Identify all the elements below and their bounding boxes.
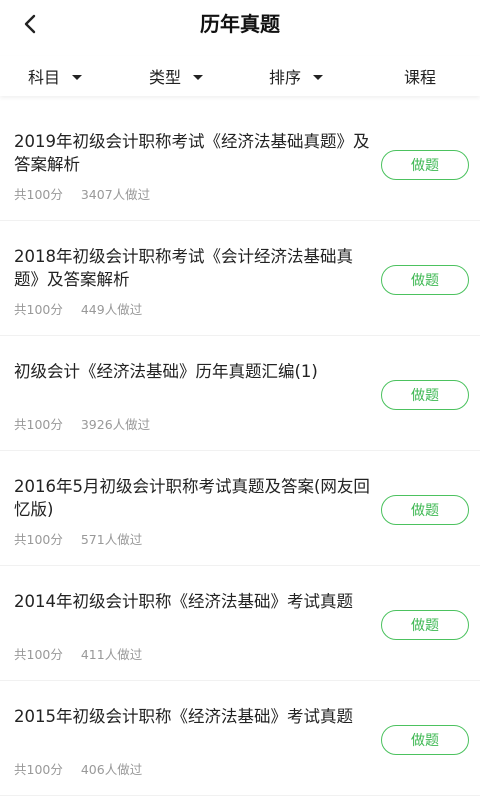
item-meta: 共100分 3407人做过 (14, 184, 150, 203)
caret-down-icon (313, 74, 324, 80)
item-count: 411人做过 (80, 647, 143, 662)
list-item[interactable]: 2018年初级会计职称考试《会计经济法基础真题》及答案解析 共100分 449人… (0, 221, 480, 336)
list-item[interactable]: 2016年5月初级会计职称考试真题及答案(网友回忆版) 共100分 571人做过… (0, 451, 480, 566)
filter-type[interactable]: 类型 (149, 56, 204, 96)
item-score: 共100分 (14, 647, 63, 662)
caret-down-icon (193, 74, 204, 80)
do-exercise-button[interactable]: 做题 (381, 495, 469, 525)
filter-sort-label: 排序 (269, 68, 302, 87)
do-exercise-button[interactable]: 做题 (381, 725, 469, 755)
item-title: 2014年初级会计职称《经济法基础》考试真题 (14, 592, 353, 611)
item-score: 共100分 (14, 187, 63, 202)
item-title: 2018年初级会计职称考试《会计经济法基础真题》及答案解析 (14, 247, 353, 289)
do-exercise-button[interactable]: 做题 (381, 150, 469, 180)
filter-subject[interactable]: 科目 (28, 56, 83, 96)
header: 历年真题 (0, 0, 480, 48)
do-exercise-button[interactable]: 做题 (381, 380, 469, 410)
list-item[interactable]: 2014年初级会计职称《经济法基础》考试真题 共100分 411人做过 做题 (0, 566, 480, 681)
item-meta: 共100分 3926人做过 (14, 414, 150, 433)
list-item[interactable]: 2019年初级会计职称考试《经济法基础真题》及答案解析 共100分 3407人做… (0, 106, 480, 221)
item-title: 2015年初级会计职称《经济法基础》考试真题 (14, 707, 353, 726)
filter-sort[interactable]: 排序 (269, 56, 324, 96)
exam-list: 2019年初级会计职称考试《经济法基础真题》及答案解析 共100分 3407人做… (0, 106, 480, 796)
item-count: 3926人做过 (80, 417, 151, 432)
list-item[interactable]: 2015年初级会计职称《经济法基础》考试真题 共100分 406人做过 做题 (0, 681, 480, 796)
item-count: 3407人做过 (80, 187, 151, 202)
item-score: 共100分 (14, 417, 63, 432)
item-count: 571人做过 (80, 532, 143, 547)
list-item[interactable]: 初级会计《经济法基础》历年真题汇编(1) 共100分 3926人做过 做题 (0, 336, 480, 451)
item-title: 2019年初级会计职称考试《经济法基础真题》及答案解析 (14, 132, 370, 174)
item-meta: 共100分 449人做过 (14, 299, 142, 318)
item-meta: 共100分 411人做过 (14, 644, 142, 663)
item-score: 共100分 (14, 532, 63, 547)
item-count: 406人做过 (80, 762, 143, 777)
filter-bar: 科目 类型 排序 课程 (0, 56, 480, 96)
page-title: 历年真题 (200, 12, 280, 36)
item-meta: 共100分 406人做过 (14, 759, 142, 778)
item-title: 2016年5月初级会计职称考试真题及答案(网友回忆版) (14, 477, 370, 519)
filter-course[interactable]: 课程 (404, 56, 436, 96)
item-score: 共100分 (14, 302, 63, 317)
filter-subject-label: 科目 (28, 68, 61, 87)
filter-course-label: 课程 (404, 68, 437, 87)
item-count: 449人做过 (80, 302, 143, 317)
do-exercise-button[interactable]: 做题 (381, 610, 469, 640)
item-title: 初级会计《经济法基础》历年真题汇编(1) (14, 362, 318, 381)
item-score: 共100分 (14, 762, 63, 777)
caret-down-icon (72, 74, 83, 80)
do-exercise-button[interactable]: 做题 (381, 265, 469, 295)
item-meta: 共100分 571人做过 (14, 529, 142, 548)
filter-type-label: 类型 (149, 68, 182, 87)
